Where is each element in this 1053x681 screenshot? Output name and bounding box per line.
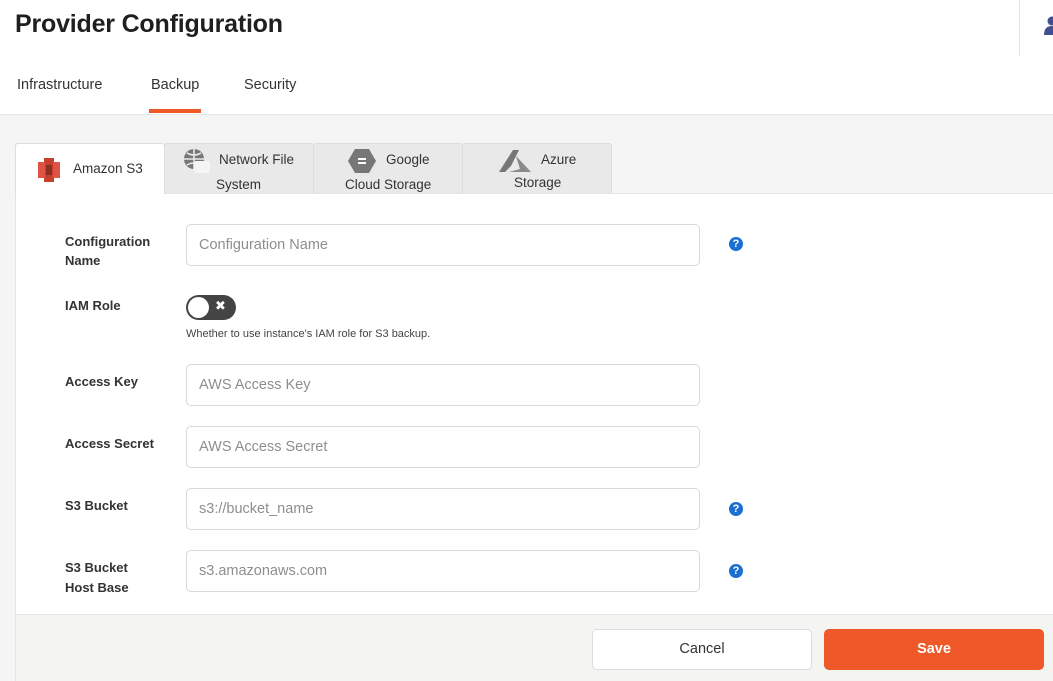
provider-tab-azure-storage[interactable]: Azure Storage	[462, 143, 612, 193]
toggle-knob	[188, 297, 209, 318]
tab-label: Infrastructure	[17, 77, 103, 93]
header: Provider Configuration Infrastructure Ba…	[0, 0, 1053, 114]
config-name-label: Configuration Name	[65, 232, 150, 270]
provider-tab-label: Google	[386, 152, 430, 167]
provider-tab-google-cloud-storage[interactable]: Google Cloud Storage	[313, 143, 463, 193]
s3-bucket-help-icon[interactable]: ?	[729, 502, 743, 516]
azure-icon	[499, 150, 531, 172]
provider-tab-label: Amazon S3	[73, 161, 143, 176]
access-secret-input[interactable]	[186, 426, 700, 468]
iam-role-hint: Whether to use instance's IAM role for S…	[186, 328, 431, 340]
access-key-label: Access Key	[65, 374, 138, 389]
iam-role-label: IAM Role	[65, 298, 121, 313]
provider-tab-label-line2: System	[216, 177, 262, 192]
label-line: Name	[65, 253, 101, 268]
label-line: Configuration	[65, 234, 151, 249]
access-key-input[interactable]	[186, 364, 700, 406]
provider-tab-label: Network File	[219, 152, 295, 167]
globe-icon	[184, 149, 210, 173]
tab-security[interactable]: Security	[244, 70, 296, 114]
label-line: S3 Bucket	[65, 560, 128, 575]
page-title: Provider Configuration	[15, 10, 283, 38]
tab-infrastructure[interactable]: Infrastructure	[17, 70, 102, 114]
cancel-button[interactable]: Cancel	[592, 629, 812, 670]
s3-bucket-label: S3 Bucket	[65, 498, 128, 513]
host-base-label: S3 Bucket Host Base	[65, 558, 129, 598]
tab-label: Backup	[151, 77, 200, 93]
tab-label: Security	[244, 77, 297, 93]
amazon-s3-icon	[38, 158, 60, 182]
iam-role-toggle[interactable]: ✖	[186, 295, 236, 320]
google-cloud-storage-icon	[348, 149, 376, 173]
host-base-input[interactable]	[186, 550, 700, 592]
access-secret-label: Access Secret	[65, 436, 154, 451]
provider-tab-amazon-s3[interactable]: Amazon S3	[15, 143, 165, 194]
s3-bucket-input[interactable]	[186, 488, 700, 530]
host-base-help-icon[interactable]: ?	[729, 564, 743, 578]
tab-backup[interactable]: Backup	[148, 70, 202, 114]
provider-tab-network-file-system[interactable]: Network File System	[164, 143, 314, 193]
save-button[interactable]: Save	[824, 629, 1044, 670]
close-icon: ✖	[215, 298, 226, 313]
config-name-input[interactable]	[186, 224, 700, 266]
config-name-help-icon[interactable]: ?	[729, 237, 743, 251]
provider-tab-label-line2: Storage	[514, 175, 562, 190]
label-line: Host Base	[65, 580, 129, 595]
user-icon[interactable]	[1042, 16, 1053, 36]
user-menu[interactable]	[1019, 0, 1053, 56]
provider-tab-label-line2: Cloud Storage	[345, 177, 432, 192]
provider-tab-label: Azure	[541, 152, 577, 167]
